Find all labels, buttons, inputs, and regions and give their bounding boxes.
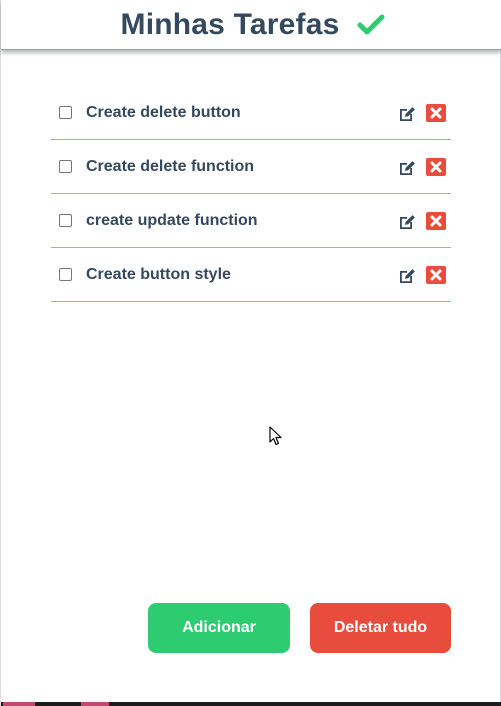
task-label: Create delete button	[86, 103, 241, 121]
edit-icon[interactable]	[398, 159, 416, 177]
task-label: Create button style	[86, 265, 231, 283]
task-actions	[398, 211, 446, 231]
edit-icon[interactable]	[398, 213, 416, 231]
task-checkbox[interactable]	[59, 160, 72, 173]
todo-app-window: Minhas Tarefas Create delete button Crea…	[0, 0, 501, 706]
app-header: Minhas Tarefas	[1, 0, 501, 50]
add-button[interactable]: Adicionar	[148, 603, 290, 653]
task-checkbox[interactable]	[59, 106, 72, 119]
taskbar-strip	[1, 702, 501, 706]
task-actions	[398, 265, 446, 285]
page-title: Minhas Tarefas	[120, 7, 340, 41]
task-label: create update function	[86, 211, 258, 229]
taskbar-item[interactable]	[81, 702, 109, 706]
delete-all-button[interactable]: Deletar tudo	[310, 603, 451, 653]
delete-icon[interactable]	[426, 212, 446, 230]
task-actions	[398, 157, 446, 177]
checkmark-icon	[357, 13, 385, 37]
delete-icon[interactable]	[426, 104, 446, 122]
task-item: Create delete button	[51, 86, 451, 140]
edit-icon[interactable]	[398, 267, 416, 285]
task-item: Create button style	[51, 248, 451, 302]
mouse-cursor-icon	[269, 426, 283, 446]
task-checkbox[interactable]	[59, 214, 72, 227]
task-item: create update function	[51, 194, 451, 248]
edit-icon[interactable]	[398, 105, 416, 123]
task-item: Create delete function	[51, 140, 451, 194]
task-actions	[398, 103, 446, 123]
taskbar-item[interactable]	[3, 702, 35, 706]
delete-icon[interactable]	[426, 266, 446, 284]
task-checkbox[interactable]	[59, 268, 72, 281]
task-list: Create delete button Create delete funct…	[51, 86, 451, 302]
delete-icon[interactable]	[426, 158, 446, 176]
task-label: Create delete function	[86, 157, 255, 175]
